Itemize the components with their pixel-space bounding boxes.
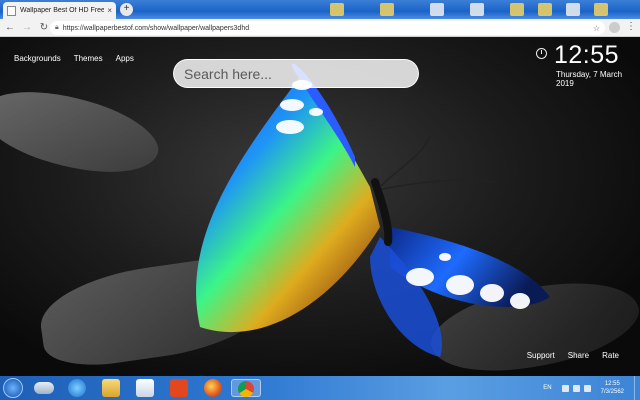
back-arrow-icon[interactable]: ← [3, 21, 17, 35]
footer-link-support[interactable]: Support [527, 351, 555, 360]
nav-link-backgrounds[interactable]: Backgrounds [14, 54, 61, 63]
language-indicator[interactable]: EN [543, 385, 551, 391]
notification-flag-icon[interactable] [561, 384, 569, 392]
desktop-file-icon [430, 3, 444, 16]
search-input[interactable] [184, 65, 418, 82]
show-desktop-button[interactable] [634, 376, 640, 400]
volume-icon[interactable] [583, 384, 591, 392]
firefox-icon[interactable] [204, 379, 222, 397]
page-favicon-icon [7, 5, 16, 16]
search-box[interactable] [173, 59, 419, 88]
chrome-taskbar-button[interactable] [231, 379, 261, 397]
taskbar-clock[interactable]: 12:55 7/3/2562 [601, 380, 624, 396]
start-orb-icon[interactable] [3, 378, 23, 398]
top-nav-links: Backgrounds Themes Apps [14, 54, 134, 63]
nav-link-themes[interactable]: Themes [74, 54, 103, 63]
file-explorer-icon[interactable] [102, 379, 120, 397]
clock-date: Thursday, 7 March 2019 [556, 70, 623, 88]
system-tray: EN 12:55 7/3/2562 [543, 376, 640, 400]
tab-title: Wallpaper Best Of HD Free - wall [20, 7, 105, 14]
internet-explorer-icon[interactable] [68, 379, 86, 397]
desktop-folder-icon [510, 3, 524, 16]
clock-time: 12:55 [554, 41, 620, 69]
windows-taskbar: EN 12:55 7/3/2562 [0, 376, 640, 400]
extension-icon[interactable] [609, 22, 620, 33]
new-tab-button[interactable]: + [120, 3, 133, 16]
desktop-folder-icon [538, 3, 552, 16]
address-bar[interactable]: 🔒︎ https://wallpaperbestof.com/show/wall… [50, 21, 605, 35]
network-icon[interactable] [572, 384, 580, 392]
footer-links: Support Share Rate [527, 351, 619, 360]
office-icon[interactable] [170, 379, 188, 397]
nav-link-apps[interactable]: Apps [116, 54, 134, 63]
browser-tab[interactable]: Wallpaper Best Of HD Free - wall × [3, 2, 116, 19]
browser-tab-strip: Wallpaper Best Of HD Free - wall × + [0, 0, 640, 19]
new-tab-page: Backgrounds Themes Apps 12:55 Thursday, … [0, 37, 640, 376]
taskbar-date: 7/3/2562 [600, 389, 624, 395]
bookmark-star-icon[interactable]: ☆ [593, 24, 600, 33]
footer-link-rate[interactable]: Rate [602, 351, 619, 360]
browser-menu-icon[interactable]: ⋮ [626, 21, 636, 33]
taskbar-time: 12:55 [604, 381, 620, 387]
reload-icon[interactable]: ↻ [37, 21, 51, 35]
desktop-file-icon [566, 3, 580, 16]
desktop-folder-icon [330, 3, 344, 16]
desktop-file-icon [470, 3, 484, 16]
desktop-folder-icon [380, 3, 394, 16]
forward-arrow-icon[interactable]: → [20, 21, 34, 35]
desktop-folder-icon [594, 3, 608, 16]
footer-link-share[interactable]: Share [568, 351, 589, 360]
url-text[interactable]: https://wallpaperbestof.com/show/wallpap… [63, 25, 593, 32]
tab-close-icon[interactable]: × [107, 6, 112, 15]
media-player-icon[interactable] [136, 379, 154, 397]
chrome-icon [238, 381, 254, 397]
lock-icon: 🔒︎ [55, 24, 59, 31]
cloud-icon[interactable] [34, 382, 54, 394]
browser-toolbar: ← → ↻ 🔒︎ https://wallpaperbestof.com/sho… [0, 19, 640, 37]
clock-icon[interactable] [536, 48, 547, 59]
